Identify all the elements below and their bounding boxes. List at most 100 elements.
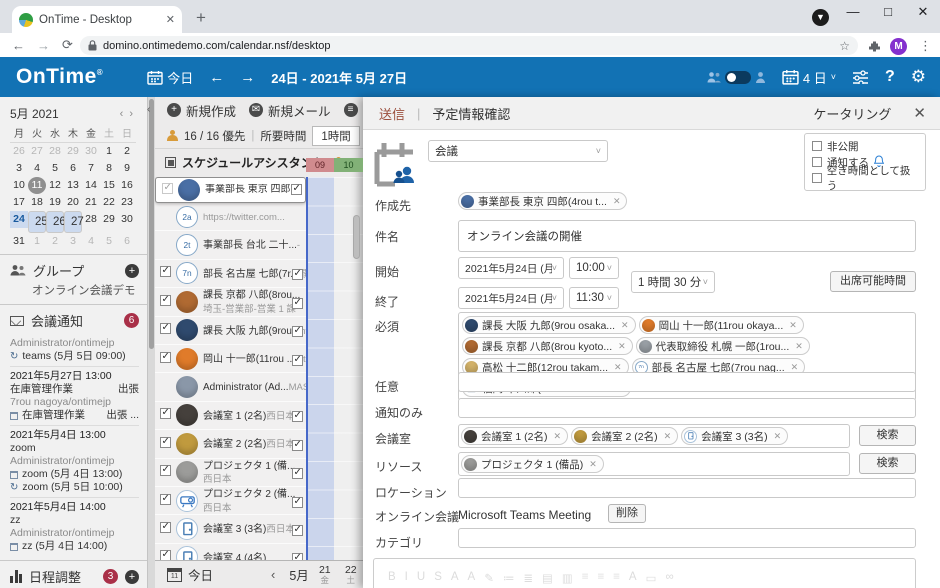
checkbox[interactable]: [160, 465, 171, 476]
editor-tool-icon[interactable]: ▥: [562, 571, 573, 585]
checkbox[interactable]: [292, 497, 303, 508]
tab-close-icon[interactable]: ✕: [166, 13, 175, 26]
editor-tool-icon[interactable]: ▭: [646, 571, 657, 585]
calendar-day[interactable]: 27: [64, 211, 82, 233]
chip-remove-icon[interactable]: ✕: [791, 362, 799, 373]
calendar-day[interactable]: 28: [82, 211, 100, 228]
timeline-grid[interactable]: [306, 177, 363, 560]
view-selector[interactable]: 4 日 ˅: [782, 68, 836, 87]
calendar-day[interactable]: 6: [64, 160, 82, 177]
calendar-day[interactable]: 26: [46, 211, 64, 233]
editor-tool-icon[interactable]: A: [451, 571, 459, 585]
checkbox[interactable]: [292, 553, 303, 560]
assistant-row[interactable]: 事業部長 東京 四郎(...https://ontimesuit...: [155, 177, 306, 203]
calendar-day[interactable]: 21: [82, 194, 100, 211]
prev-arrow-icon[interactable]: ←: [209, 69, 224, 86]
end-date-select[interactable]: 2021年5月24日 (月)˅: [458, 287, 564, 309]
calendar-day[interactable]: 20: [64, 194, 82, 211]
category-input[interactable]: [458, 528, 916, 548]
pdf-button[interactable]: ≡PDF: [344, 103, 363, 117]
calendar-day[interactable]: 25: [28, 211, 46, 233]
calendar-day[interactable]: 16: [118, 177, 136, 194]
checkbox[interactable]: [292, 440, 303, 451]
add-icon[interactable]: +: [125, 570, 139, 584]
calendar-day[interactable]: 19: [46, 194, 64, 211]
end-time-select[interactable]: 11:30˅: [569, 287, 619, 309]
calendar-day[interactable]: 3: [10, 160, 28, 177]
minimize-button[interactable]: —: [838, 4, 868, 19]
editor-tool-icon[interactable]: I: [405, 571, 408, 585]
editor-tool-icon[interactable]: ≡: [597, 571, 604, 585]
profile-avatar[interactable]: M: [890, 38, 907, 55]
assistant-row[interactable]: 課長 京都 八郎(8rou...埼玉-営業部-営業 1 課: [155, 288, 306, 316]
optional-input[interactable]: [458, 372, 916, 392]
footer-prev-icon[interactable]: ‹: [271, 567, 275, 582]
notice-item[interactable]: 2021年5月4日 13:00zoomAdministrator/ontimej…: [10, 425, 139, 497]
calendar-day[interactable]: 1: [28, 233, 46, 250]
help-icon[interactable]: ?: [885, 68, 895, 86]
calendar-day[interactable]: 5: [100, 233, 118, 250]
assistant-row[interactable]: プロジェクタ 2 (備...西日本: [155, 487, 306, 515]
resources-search-button[interactable]: 検索: [859, 453, 916, 474]
calendar-day[interactable]: 7: [82, 160, 100, 177]
calendar-day[interactable]: 8: [100, 160, 118, 177]
sidebar-scrollbar[interactable]: [148, 97, 155, 588]
assistant-row[interactable]: 会議室 4 (4名): [155, 544, 306, 560]
event-type-select[interactable]: 会議˅: [428, 140, 608, 162]
extensions-icon[interactable]: [868, 40, 881, 58]
duration-select[interactable]: 1 時間 30 分˅: [631, 271, 715, 293]
attendee-chip[interactable]: 課長 京都 八郎(8rou kyoto...✕: [462, 337, 633, 355]
calendar-day[interactable]: 29: [100, 211, 118, 228]
calendar-day[interactable]: 17: [10, 194, 28, 211]
attendee-chip[interactable]: 会議室 3 (3名)✕: [681, 427, 788, 445]
group-section[interactable]: グループ + オンライン会議デモ: [0, 254, 147, 304]
calendar-day[interactable]: 14: [82, 177, 100, 194]
browser-tab[interactable]: OnTime - Desktop ✕: [12, 6, 182, 33]
checkbox[interactable]: [292, 525, 303, 536]
checkbox[interactable]: [291, 184, 302, 195]
checkbox[interactable]: [160, 408, 171, 419]
new-tab-button[interactable]: +: [196, 6, 206, 30]
body-editor[interactable]: BIUSAA✎≔≣▤▥≡≡≡A▭∞: [373, 558, 916, 588]
checkbox[interactable]: [160, 494, 171, 505]
add-group-icon[interactable]: +: [125, 264, 139, 278]
delete-online-button[interactable]: 削除: [608, 504, 646, 523]
checkbox[interactable]: [292, 326, 303, 337]
editor-tool-icon[interactable]: ▤: [542, 571, 553, 585]
footer-today-button[interactable]: 今日: [188, 565, 213, 584]
calendar-day[interactable]: 4: [28, 160, 46, 177]
calendar-day[interactable]: 22: [100, 194, 118, 211]
calendar-day[interactable]: 6: [118, 233, 136, 250]
chip-remove-icon[interactable]: ✕: [618, 341, 626, 352]
checkbox[interactable]: [292, 411, 303, 422]
close-button[interactable]: ✕: [908, 4, 938, 20]
checkbox[interactable]: [292, 298, 303, 309]
calendar-day[interactable]: 2: [118, 143, 136, 160]
new-event-button[interactable]: +新規作成: [167, 101, 236, 120]
checkbox[interactable]: [812, 141, 822, 151]
checkbox[interactable]: [292, 468, 303, 479]
editor-tool-icon[interactable]: ∞: [665, 571, 673, 585]
assistant-row[interactable]: 課長 大阪 九郎(9rou...https://www.faceb...: [155, 317, 306, 345]
next-arrow-icon[interactable]: →: [240, 69, 255, 86]
checkbox[interactable]: [160, 522, 171, 533]
chip-remove-icon[interactable]: ✕: [613, 196, 621, 207]
calendar-day[interactable]: 15: [100, 177, 118, 194]
calendar-day[interactable]: 30: [118, 211, 136, 228]
bookmark-star-icon[interactable]: ☆: [839, 39, 850, 53]
timeline-scroll-thumb[interactable]: [353, 215, 360, 259]
notices-section[interactable]: 会議通知 6: [0, 304, 147, 332]
fyi-input[interactable]: [458, 398, 916, 418]
checkbox[interactable]: [812, 157, 822, 167]
editor-tool-icon[interactable]: A: [468, 571, 476, 585]
assistant-row[interactable]: 2t事業部長 台北 二十...-: [155, 231, 306, 259]
rooms-search-button[interactable]: 検索: [859, 425, 916, 446]
window-chevron-icon[interactable]: ▼: [812, 9, 829, 26]
start-time-select[interactable]: 10:00˅: [569, 257, 619, 279]
sidebar-item-日程調整[interactable]: 日程調整3+: [0, 560, 147, 588]
calendar-day[interactable]: 13: [64, 177, 82, 194]
checkbox[interactable]: [160, 352, 171, 363]
calendar-day[interactable]: 10: [10, 177, 28, 194]
calendar-day[interactable]: 2: [46, 233, 64, 250]
chip-remove-icon[interactable]: ✕: [614, 362, 622, 373]
